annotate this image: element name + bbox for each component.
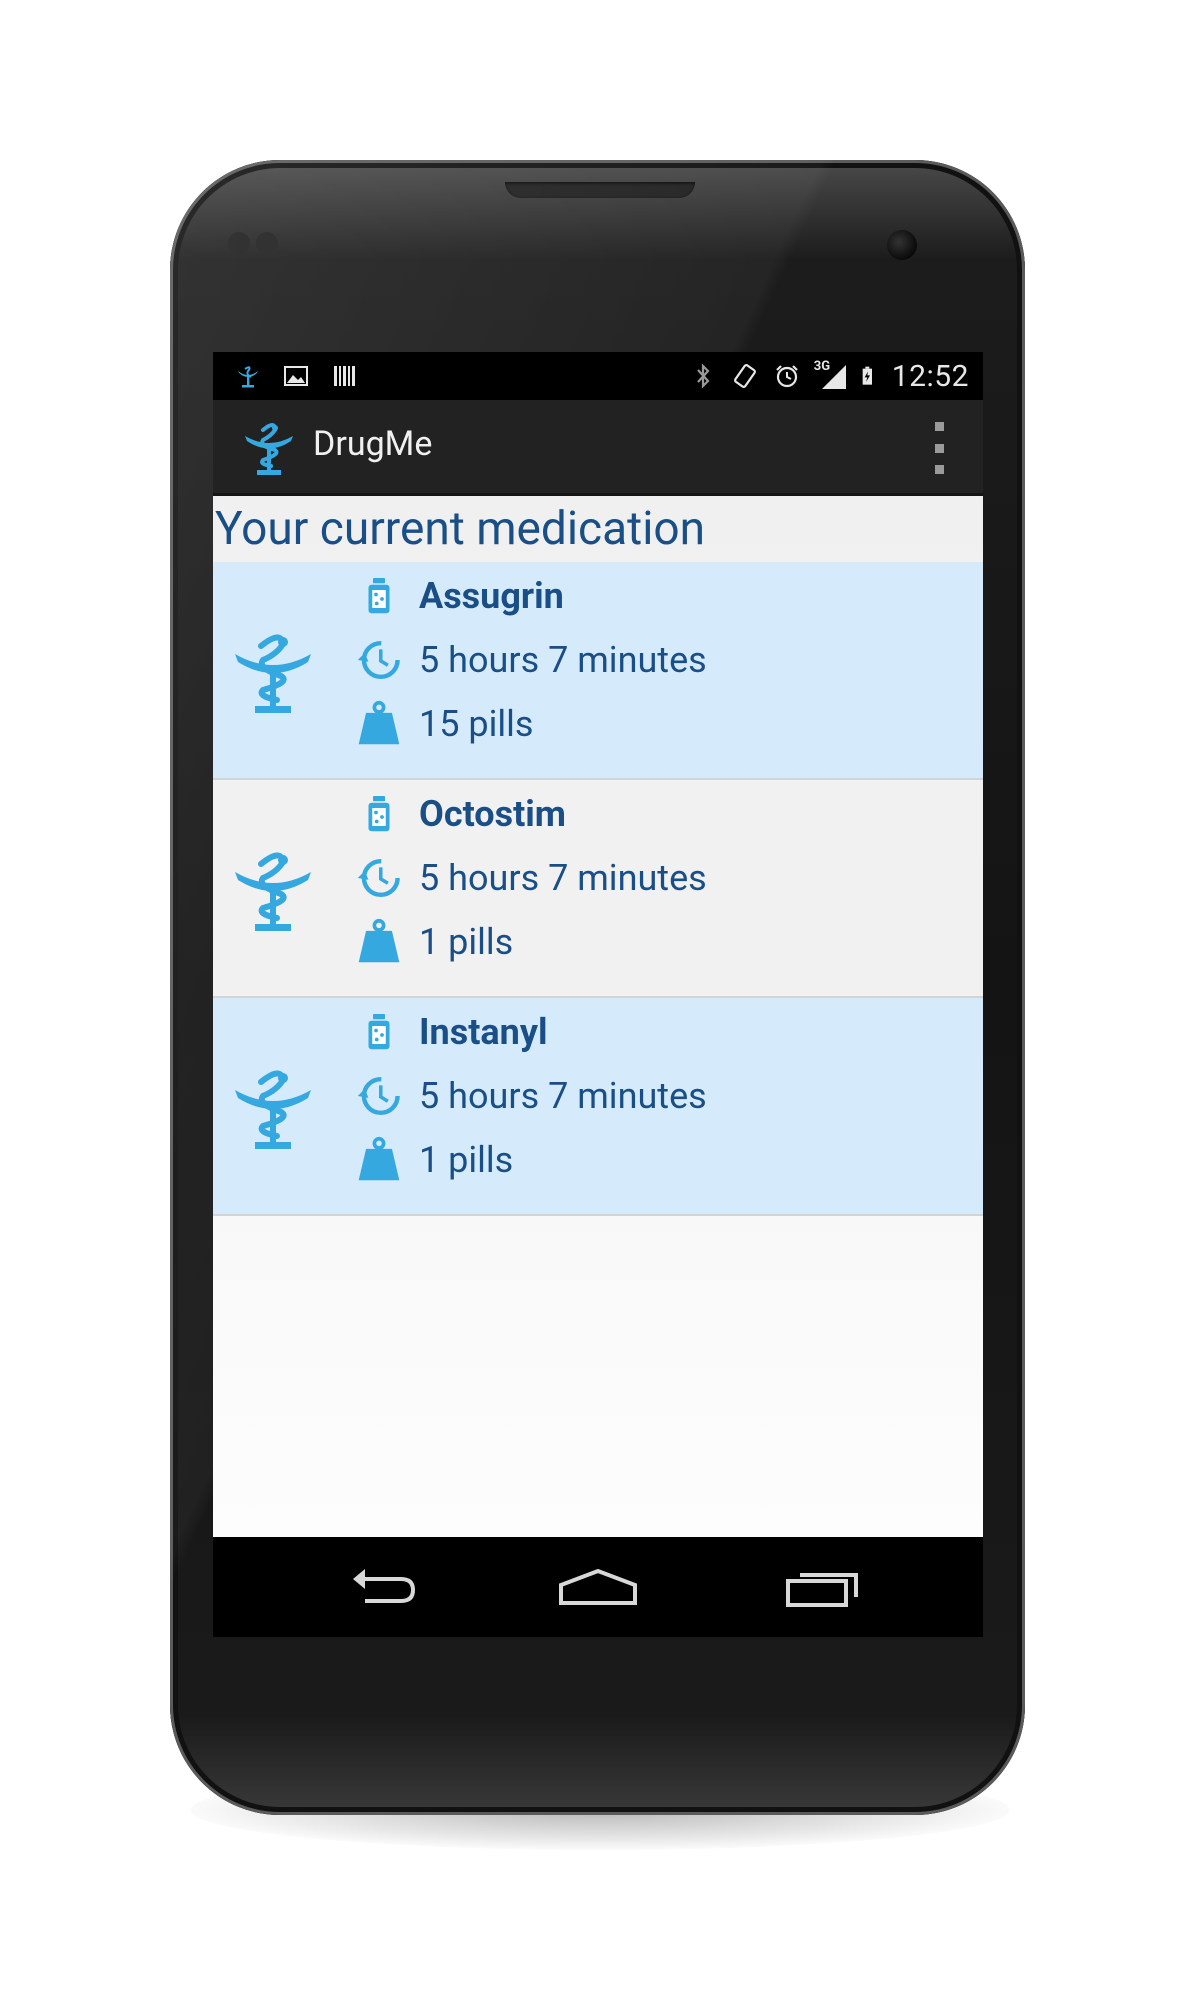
pill-bottle-icon	[351, 570, 407, 622]
medication-name-row: Octostim	[351, 784, 566, 844]
medication-quantity-row: 15 pills	[351, 694, 533, 754]
back-icon[interactable]	[333, 1563, 423, 1613]
alarm-icon	[776, 365, 798, 388]
caduceus-bowl-icon	[235, 852, 311, 931]
recent-apps-icon[interactable]	[778, 1563, 868, 1613]
caduceus-bowl-icon	[235, 1070, 311, 1149]
menu-dot	[934, 443, 944, 453]
menu-dot	[934, 465, 944, 474]
weight-icon	[351, 698, 407, 750]
medication-time-row: 5 hours 7 minutes	[351, 848, 707, 908]
medication-name-row: Instanyl	[351, 1002, 547, 1062]
status-right: 3G 12:52	[688, 352, 969, 400]
content-area: Your current medication Assugrin 5 hours…	[213, 496, 983, 1537]
medication-item[interactable]: Octostim 5 hours 7 minutes 1 pills	[213, 780, 983, 998]
signal-icon: 3G	[813, 359, 848, 391]
clock-reminder-icon	[351, 634, 407, 686]
status-time: 12:52	[891, 358, 969, 394]
clock-reminder-icon	[351, 852, 407, 904]
clock-reminder-icon	[351, 1070, 407, 1122]
medication-time-row: 5 hours 7 minutes	[351, 1066, 707, 1126]
medication-time: 5 hours 7 minutes	[419, 857, 707, 899]
status-left	[233, 352, 359, 400]
status-bar: 3G 12:52	[213, 352, 983, 400]
pill-bottle-icon	[351, 1006, 407, 1058]
barcode-icon	[334, 366, 355, 386]
medication-quantity-row: 1 pills	[351, 912, 513, 972]
medication-name: Assugrin	[419, 575, 564, 617]
home-icon[interactable]	[553, 1563, 643, 1613]
medication-time: 5 hours 7 minutes	[419, 639, 707, 681]
medication-quantity: 1 pills	[419, 1139, 514, 1181]
overflow-menu-icon[interactable]	[931, 422, 947, 474]
screen: 3G 12:52 DrugMe Your current medication …	[213, 352, 983, 1637]
page-title: Your current medication	[215, 502, 706, 556]
caduceus-bowl-icon	[235, 634, 311, 713]
weight-icon	[351, 916, 407, 968]
medication-time: 5 hours 7 minutes	[419, 1075, 707, 1117]
bluetooth-icon	[696, 363, 710, 389]
image-icon	[284, 366, 308, 386]
proximity-sensor	[228, 232, 250, 254]
action-bar: DrugMe	[213, 400, 983, 496]
network-type-label: 3G	[813, 359, 831, 374]
navigation-bar	[213, 1537, 983, 1637]
battery-icon	[862, 366, 872, 385]
light-sensor	[256, 232, 278, 254]
medication-name-row: Assugrin	[351, 566, 564, 626]
medication-item[interactable]: Assugrin 5 hours 7 minutes 15 pills	[213, 562, 983, 780]
earpiece-speaker	[505, 182, 695, 198]
medication-quantity-row: 1 pills	[351, 1130, 513, 1190]
medication-quantity: 15 pills	[419, 703, 534, 745]
app-title: DrugMe	[313, 424, 433, 464]
rotate-icon	[733, 364, 756, 388]
app-notification-icon	[238, 366, 258, 388]
medication-time-row: 5 hours 7 minutes	[351, 630, 707, 690]
caduceus-bowl-icon[interactable]	[241, 416, 297, 480]
medication-name: Instanyl	[419, 1011, 548, 1053]
pill-bottle-icon	[351, 788, 407, 840]
weight-icon	[351, 1134, 407, 1186]
menu-dot	[934, 422, 944, 431]
medication-item[interactable]: Instanyl 5 hours 7 minutes 1 pills	[213, 998, 983, 1216]
medication-quantity: 1 pills	[419, 921, 514, 963]
medication-name: Octostim	[419, 793, 566, 835]
medication-list: Assugrin 5 hours 7 minutes 15 pills Octo…	[213, 562, 983, 1216]
front-camera	[887, 230, 917, 260]
